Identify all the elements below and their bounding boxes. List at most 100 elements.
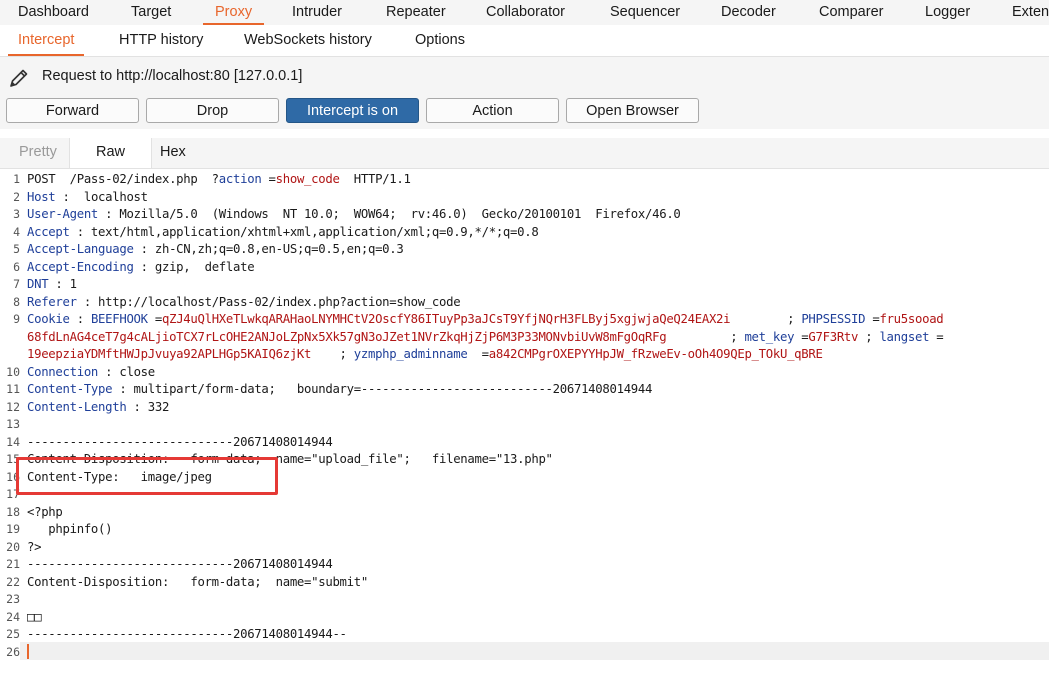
tab-target[interactable]: Target [131,0,171,25]
line-number: 11 [6,382,20,396]
line-number: 24 [6,609,20,624]
line-number: 8 [13,294,20,309]
current-line-highlight [20,642,1049,660]
tab-intercept[interactable]: Intercept [7,25,85,56]
line-code: Cookie : BEEFHOOK = qZJ4uQlHXeTLwkqARAHao… [27,311,944,329]
code-text: -----------------------------20671408014… [27,627,347,641]
tab-dashboard[interactable]: Dashboard [18,0,89,25]
code-text: = [865,312,880,326]
line-code: □□ [27,609,42,627]
editor-line: 19eepziaYDMftHWJpJvuya92APLHGp5KAIQ6zjKt… [0,346,1049,364]
line-number: 20 [6,539,20,554]
tab-pretty[interactable]: Pretty [19,138,57,168]
header-name: PHPSESSID [801,312,866,326]
code-text: ; [311,347,354,361]
editor-line: 1 POST /Pass-02/index.php ?action =show_c… [0,171,1049,189]
message-view-tabs: Pretty Raw Hex [0,138,1049,169]
header-name: action [218,172,262,186]
pencil-icon [10,69,28,87]
editor-line: 4 Accept : text/html,application/xhtml+xm… [0,224,1049,242]
code-text: HTTP/1.1 [339,172,411,186]
line-code: Accept : text/html,application/xhtml+xml… [27,224,539,242]
tab-http-history[interactable]: HTTP history [119,25,203,56]
tab-decoder[interactable]: Decoder [721,0,776,25]
line-code: Connection : close [27,364,155,382]
code-text: : gzip, deflate [133,259,255,274]
editor-line: 18 <?php [0,504,1049,522]
line-number: 25 [6,627,20,641]
line-number: 10 [6,364,20,379]
param-value: G7F3Rtv [808,329,859,344]
line-number: 14 [6,434,20,449]
param-value: 68fdLnAG4ceT7g4cALjioTCX7rLcOHE2ANJoLZpN… [27,329,667,344]
header-name: Host [27,189,56,204]
tab-comparer[interactable]: Comparer [819,0,883,25]
line-number: 9 [13,312,20,326]
line-number: 5 [13,242,20,256]
header-name: BEEFHOOK [90,312,148,326]
code-text: ; [858,329,880,344]
line-code: -----------------------------20671408014… [27,556,333,574]
line-code: <?php [27,504,63,522]
code-text: -----------------------------20671408014… [27,557,333,571]
editor-line: 9 Cookie : BEEFHOOK = qZJ4uQlHXeTLwkqARAHa… [0,311,1049,329]
tab-options[interactable]: Options [415,25,465,56]
tab-hex[interactable]: Hex [160,138,186,168]
line-code: DNT : 1 [27,276,77,294]
code-text: □□ [27,609,42,624]
code-text: = [261,172,276,186]
line-number: 21 [6,557,20,571]
line-number: 2 [13,189,20,204]
request-info-bar: Request to http://localhost:80 [127.0.0.… [0,57,1049,97]
param-value: fru5sooad [879,312,944,326]
header-name: Accept [27,224,70,239]
code-text: -----------------------------20671408014… [27,434,333,449]
open-browser-button[interactable]: Open Browser [566,98,699,123]
tab-intruder[interactable]: Intruder [292,0,342,25]
code-text: : 332 [126,399,170,414]
param-value: qZJ4uQlHXeTLwkqARAHaoLNYMHCtV2OscfY86ITu… [161,312,731,326]
editor-line: 19 phpinfo() [0,521,1049,539]
editor-line: 25 -----------------------------206714080… [0,626,1049,644]
tab-sequencer[interactable]: Sequencer [610,0,680,25]
line-code: ?> [27,539,42,557]
header-name: Accept-Encoding [27,259,134,274]
action-button[interactable]: Action [426,98,559,123]
annotation-highlight-box [16,457,278,495]
intercept-toggle-button[interactable]: Intercept is on [286,98,419,123]
editor-line: 20 ?> [0,539,1049,557]
line-number: 7 [13,277,20,291]
code-text: : text/html,application/xhtml+xml,applic… [69,224,539,239]
intercept-toolbar: Forward Drop Intercept is on Action Open… [0,97,1049,129]
tab-websockets-history[interactable]: WebSockets history [244,25,372,56]
tab-raw[interactable]: Raw [69,138,153,168]
header-name: Content-Length [27,399,127,414]
param-value: show_code [275,172,340,186]
editor-line: 23 [0,591,1049,609]
forward-button[interactable]: Forward [6,98,139,123]
tab-extender[interactable]: Exten [1012,0,1049,25]
editor-line: 24 □□ [0,609,1049,627]
tab-collaborator[interactable]: Collaborator [486,0,565,25]
editor-line: 14 -----------------------------206714080… [0,434,1049,452]
line-number: 12 [6,399,20,414]
line-code: User-Agent : Mozilla/5.0 (Windows NT 10.… [27,206,681,224]
line-number: 1 [13,172,20,186]
editor-line: 22 Content-Disposition: form-data; name="… [0,574,1049,592]
raw-request-editor[interactable]: 1 POST /Pass-02/index.php ?action =show_c… [0,169,1049,700]
header-name: Cookie [27,312,70,326]
tab-proxy[interactable]: Proxy [202,0,265,25]
header-name: User-Agent [27,207,99,221]
editor-line: 11 Content-Type : multipart/form-data; bo… [0,381,1049,399]
code-text: POST /Pass-02/index.php ? [27,172,219,186]
editor-line: 3 User-Agent : Mozilla/5.0 (Windows NT 10… [0,206,1049,224]
code-text: <?php [27,504,63,519]
code-text: : http://localhost/Pass-02/index.php?act… [76,294,461,309]
tab-logger[interactable]: Logger [925,0,970,25]
code-text: : [69,312,91,326]
tab-repeater[interactable]: Repeater [386,0,446,25]
editor-line: 68fdLnAG4ceT7g4cALjioTCX7rLcOHE2ANJoLZpN… [0,329,1049,347]
code-text: : Mozilla/5.0 (Windows NT 10.0; WOW64; r… [98,207,681,221]
drop-button[interactable]: Drop [146,98,279,123]
header-name: Content-Type [27,382,113,396]
